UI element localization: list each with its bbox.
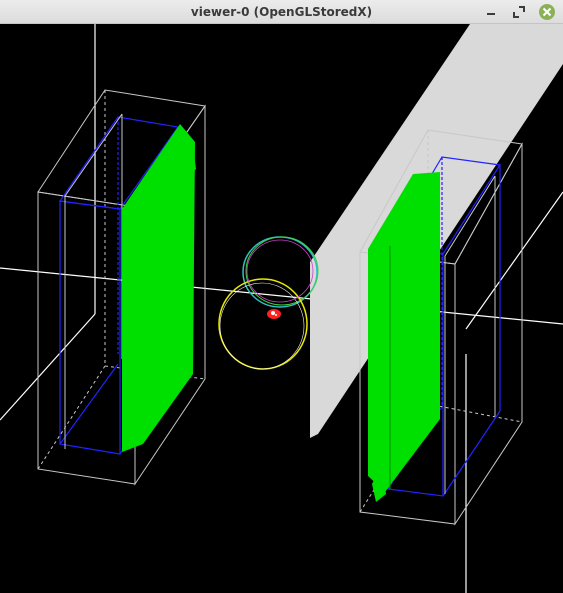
window-title: viewer-0 (OpenGLStoredX) <box>190 5 373 19</box>
minimize-button[interactable] <box>482 3 500 21</box>
opengl-viewport[interactable] <box>0 24 563 593</box>
minimize-icon <box>487 13 495 15</box>
close-button[interactable] <box>538 3 556 21</box>
maximize-button[interactable] <box>510 3 528 21</box>
title-bar[interactable]: viewer-0 (OpenGLStoredX) <box>0 0 563 24</box>
maximize-icon <box>513 6 525 18</box>
scene-canvas <box>0 24 563 593</box>
viewer-window: viewer-0 (OpenGLStoredX) <box>0 0 563 593</box>
particle-source <box>267 309 281 319</box>
close-icon <box>539 4 555 20</box>
